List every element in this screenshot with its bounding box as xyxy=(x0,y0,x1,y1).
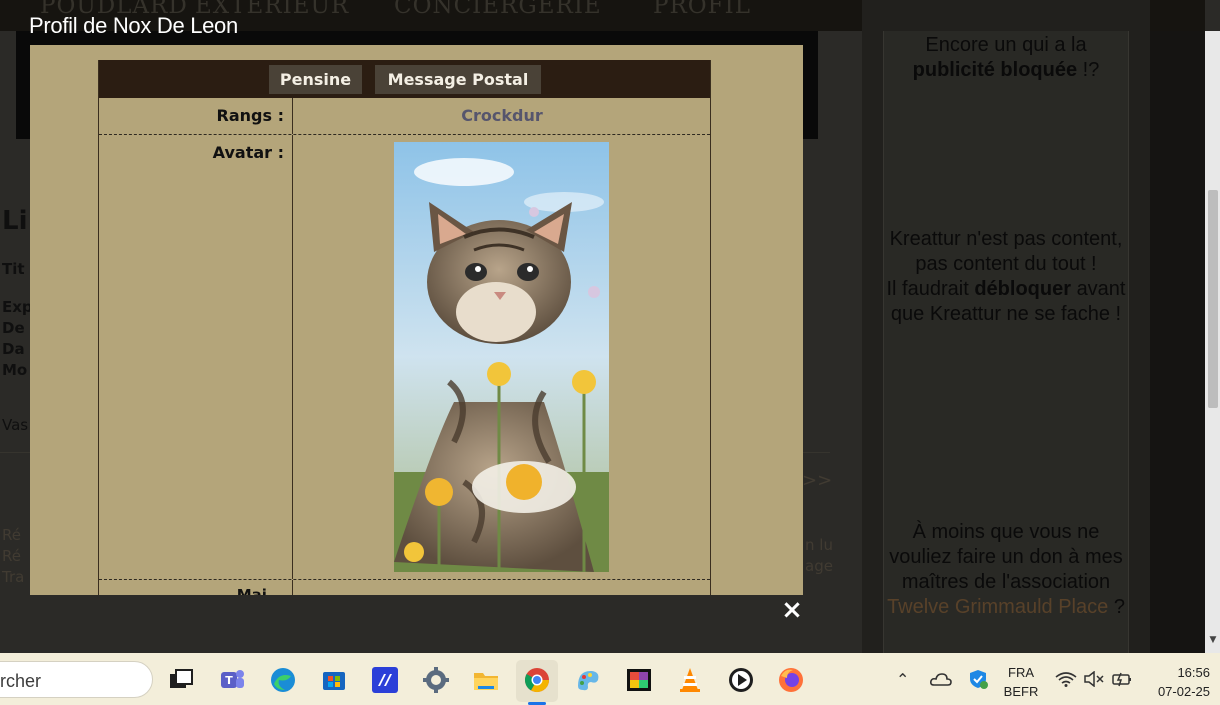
vlc-icon[interactable] xyxy=(676,666,704,694)
next-label: Mai... xyxy=(99,580,293,595)
wifi-icon[interactable] xyxy=(1055,671,1077,687)
pensine-button[interactable]: Pensine xyxy=(269,65,362,94)
profile-modal: Pensine Message Postal Rangs : Crockdur … xyxy=(30,45,803,595)
taskbar: rcher T ⌃ FRA BEFR 16:56 07-02-25 xyxy=(0,653,1220,705)
chrome-icon[interactable] xyxy=(523,666,551,694)
store-icon[interactable] xyxy=(320,666,348,694)
media-player-icon[interactable] xyxy=(727,666,755,694)
profile-header: Pensine Message Postal xyxy=(99,60,710,98)
profile-row-avatar: Avatar : xyxy=(99,135,710,580)
page-scroll-down-icon[interactable]: ▼ xyxy=(1206,633,1220,647)
rangs-label: Rangs : xyxy=(99,98,293,134)
modal-title: Profil de Nox De Leon xyxy=(29,13,238,38)
clock[interactable]: 16:56 07-02-25 xyxy=(1150,663,1210,701)
keyboard-layout: BEFR xyxy=(1003,684,1039,699)
clock-date: 07-02-25 xyxy=(1157,684,1210,699)
photos-icon[interactable] xyxy=(625,666,653,694)
avatar-image xyxy=(394,142,609,572)
vscode-icon[interactable] xyxy=(371,666,399,694)
edge-icon[interactable] xyxy=(269,666,297,694)
file-explorer-icon[interactable] xyxy=(472,666,500,694)
close-icon[interactable]: × xyxy=(780,597,804,623)
firefox-icon[interactable] xyxy=(777,666,805,694)
volume-muted-icon[interactable] xyxy=(1083,671,1105,687)
svg-text:T: T xyxy=(225,674,233,687)
avatar-label: Avatar : xyxy=(99,135,293,579)
teams-icon[interactable]: T xyxy=(218,666,246,694)
language-indicator[interactable]: FRA BEFR xyxy=(1000,663,1042,701)
profile-row-rangs: Rangs : Crockdur xyxy=(99,98,710,135)
search-placeholder: rcher xyxy=(0,671,42,691)
rangs-value: Crockdur xyxy=(461,106,543,125)
chevron-up-icon[interactable]: ⌃ xyxy=(896,670,909,689)
paint-icon[interactable] xyxy=(574,666,602,694)
message-postal-button[interactable]: Message Postal xyxy=(375,65,541,94)
battery-charging-icon[interactable] xyxy=(1111,671,1133,687)
language-code: FRA xyxy=(1008,665,1034,680)
profile-table: Pensine Message Postal Rangs : Crockdur … xyxy=(98,60,711,595)
kitten-image xyxy=(394,142,609,572)
onedrive-icon[interactable] xyxy=(930,671,952,687)
clock-time: 16:56 xyxy=(1177,665,1210,680)
task-view-icon[interactable] xyxy=(167,666,195,694)
security-shield-icon[interactable] xyxy=(968,669,988,689)
page-scrollbar-thumb[interactable] xyxy=(1208,190,1218,408)
profile-row-next: Mai... xyxy=(99,580,710,595)
settings-icon[interactable] xyxy=(422,666,450,694)
